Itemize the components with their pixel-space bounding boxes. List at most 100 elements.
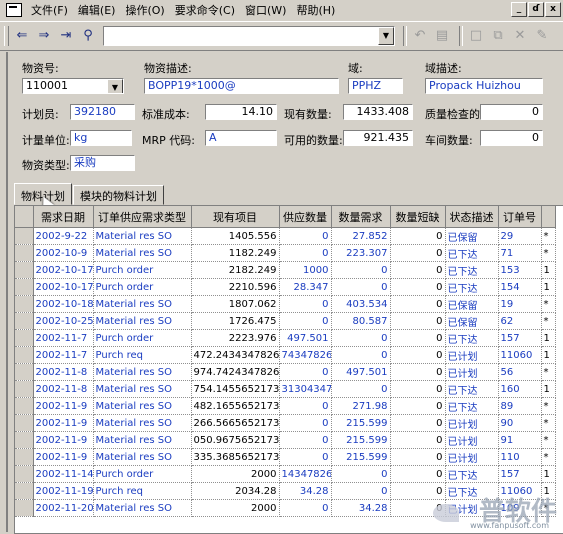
cell-order-type[interactable]: Material res SO xyxy=(93,363,192,381)
undo-icon[interactable]: ↶ xyxy=(411,27,429,45)
domain-field[interactable]: PPHZ xyxy=(348,78,403,94)
cell-order-no[interactable]: 11060 xyxy=(498,346,542,364)
cell-extra[interactable]: 1 xyxy=(541,465,556,483)
cell-shortage-qty[interactable]: 0 xyxy=(390,448,446,466)
row-header[interactable] xyxy=(15,295,34,313)
cell-order-no[interactable]: 90 xyxy=(498,414,542,432)
row-header[interactable] xyxy=(15,278,34,296)
minimize-button[interactable]: _ xyxy=(511,2,527,17)
cell-shortage-qty[interactable]: 0 xyxy=(390,227,446,245)
table-row[interactable]: 2002-11-8Material res SO974.742434782608… xyxy=(15,363,556,381)
qc-field[interactable]: 0 xyxy=(480,104,543,120)
close-button[interactable]: x xyxy=(545,2,561,17)
cell-date[interactable]: 2002-11-9 xyxy=(33,397,94,415)
cell-date[interactable]: 2002-11-9 xyxy=(33,414,94,432)
cell-demand-qty[interactable]: 0 xyxy=(331,380,391,398)
cell-demand-qty[interactable]: 27.852 xyxy=(331,227,391,245)
table-row[interactable]: 2002-11-7 Purch order 2223.976 497.501 0 0 已下达… xyxy=(15,329,556,347)
cell-date[interactable]: 2002-11-7 xyxy=(33,329,94,347)
cell-onhand[interactable]: 482.165565217391 xyxy=(191,397,280,415)
table-row[interactable]: 2002-10-25 Material res SO 1726.475 0 80.587… xyxy=(15,312,556,330)
table-row[interactable]: 2002-10-9 Material res SO 1182.249 0 223.307… xyxy=(15,244,556,262)
row-header[interactable] xyxy=(15,448,34,466)
cell-shortage-qty[interactable]: 0 xyxy=(390,261,446,279)
cell-onhand[interactable]: 2034.28 xyxy=(191,482,280,500)
cell-order-type[interactable]: Material res SO xyxy=(93,295,192,313)
cell-onhand[interactable]: 472.243434782608 xyxy=(191,346,280,364)
cell-date[interactable]: 2002-11-7 xyxy=(33,346,94,364)
cell-onhand[interactable]: 335.368565217391 xyxy=(191,448,280,466)
cell-shortage-qty[interactable]: 0 xyxy=(390,346,446,364)
cell-date[interactable]: 2002-11-8 xyxy=(33,363,94,381)
item-no-select[interactable]: 110001 ▼ xyxy=(22,78,124,94)
cell-date[interactable]: 2002-11-8 xyxy=(33,380,94,398)
material-plan-grid[interactable]: 需求日期 订单供应需求类型 现有项目 供应数量 数量需求 数量短缺 状态描述 订… xyxy=(14,205,563,534)
cell-status[interactable]: 已计划 xyxy=(445,363,499,381)
cell-date[interactable]: 2002-11-14 xyxy=(33,465,94,483)
row-header[interactable] xyxy=(15,346,34,364)
cell-supply-qty[interactable]: 7434782608 xyxy=(279,346,332,364)
menu-file[interactable]: 文件(F) xyxy=(26,2,73,18)
menu-help[interactable]: 帮助(H) xyxy=(291,2,340,18)
new-record-icon[interactable]: □ xyxy=(467,27,485,45)
cell-demand-qty[interactable]: 0 xyxy=(331,329,391,347)
cell-extra[interactable]: * xyxy=(541,312,556,330)
row-header[interactable] xyxy=(15,482,34,500)
cell-supply-qty[interactable]: 0 xyxy=(279,414,332,432)
cell-order-type[interactable]: Material res SO xyxy=(93,414,192,432)
cell-date[interactable]: 2002-10-17 xyxy=(33,261,94,279)
cell-order-type[interactable]: Material res SO xyxy=(93,448,192,466)
uom-field[interactable]: kg xyxy=(70,130,132,146)
cell-date[interactable]: 2002-10-17 xyxy=(33,278,94,296)
row-header[interactable] xyxy=(15,261,34,279)
workshop-field[interactable]: 0 xyxy=(480,130,543,146)
cell-onhand[interactable]: 1182.249 xyxy=(191,244,280,262)
cell-onhand[interactable]: 050.967565217391 xyxy=(191,431,280,449)
cell-onhand[interactable]: 266.566565217391 xyxy=(191,414,280,432)
table-row[interactable]: 2002-11-9Material res SO335.368565217391… xyxy=(15,448,556,466)
cell-status[interactable]: 已下达 xyxy=(445,261,499,279)
table-row[interactable]: 2002-11-19 Purch req 2034.28 34.28 0 0 已下达 1106… xyxy=(15,482,556,500)
delete-icon[interactable]: ✕ xyxy=(511,27,529,45)
cell-order-no[interactable]: 110 xyxy=(498,448,542,466)
table-row[interactable]: 2002-11-9Material res SO266.566565217391… xyxy=(15,414,556,432)
cell-demand-qty[interactable]: 0 xyxy=(331,346,391,364)
row-header[interactable] xyxy=(15,329,34,347)
cell-demand-qty[interactable]: 215.599 xyxy=(331,414,391,432)
cell-status[interactable]: 已下达 xyxy=(445,397,499,415)
cell-status[interactable]: 已下达 xyxy=(445,329,499,347)
cell-order-type[interactable]: Purch order xyxy=(93,329,192,347)
edit-icon[interactable]: ✎ xyxy=(533,27,551,45)
cell-order-type[interactable]: Material res SO xyxy=(93,499,192,517)
cell-supply-qty[interactable]: 0 xyxy=(279,431,332,449)
menu-operation[interactable]: 操作(O) xyxy=(120,2,169,18)
cell-shortage-qty[interactable]: 0 xyxy=(390,244,446,262)
cell-onhand[interactable]: 2182.249 xyxy=(191,261,280,279)
cell-status[interactable]: 已下达 xyxy=(445,278,499,296)
cell-onhand[interactable]: 754.145565217391 xyxy=(191,380,280,398)
cell-supply-qty[interactable]: 0 xyxy=(279,397,332,415)
avail-field[interactable]: 921.435 xyxy=(343,130,413,146)
table-row[interactable]: 2002-11-8Material res SO754.145565217391… xyxy=(15,380,556,398)
cell-date[interactable]: 2002-11-19 xyxy=(33,482,94,500)
cell-shortage-qty[interactable]: 0 xyxy=(390,465,446,483)
cell-status[interactable]: 已保留 xyxy=(445,227,499,245)
cell-onhand[interactable]: 1807.062 xyxy=(191,295,280,313)
cell-extra[interactable]: 1 xyxy=(541,261,556,279)
cell-shortage-qty[interactable]: 0 xyxy=(390,431,446,449)
cell-onhand[interactable]: 974.742434782608 xyxy=(191,363,280,381)
cell-shortage-qty[interactable]: 0 xyxy=(390,363,446,381)
cell-status[interactable]: 已下达 xyxy=(445,244,499,262)
cell-demand-qty[interactable]: 34.28 xyxy=(331,499,391,517)
cell-onhand[interactable]: 1405.556 xyxy=(191,227,280,245)
cell-status[interactable]: 已计划 xyxy=(445,346,499,364)
cell-order-no[interactable]: 89 xyxy=(498,397,542,415)
back-arrow-icon[interactable]: ⇐ xyxy=(13,27,31,45)
row-header[interactable] xyxy=(15,499,34,517)
command-combo[interactable]: ▼ xyxy=(103,26,395,46)
col-header-order-type[interactable]: 订单供应需求类型 xyxy=(93,206,192,228)
cell-extra[interactable]: * xyxy=(541,363,556,381)
chevron-down-icon[interactable]: ▼ xyxy=(378,27,394,45)
type-field[interactable]: 采购 xyxy=(70,155,135,171)
cell-demand-qty[interactable]: 80.587 xyxy=(331,312,391,330)
